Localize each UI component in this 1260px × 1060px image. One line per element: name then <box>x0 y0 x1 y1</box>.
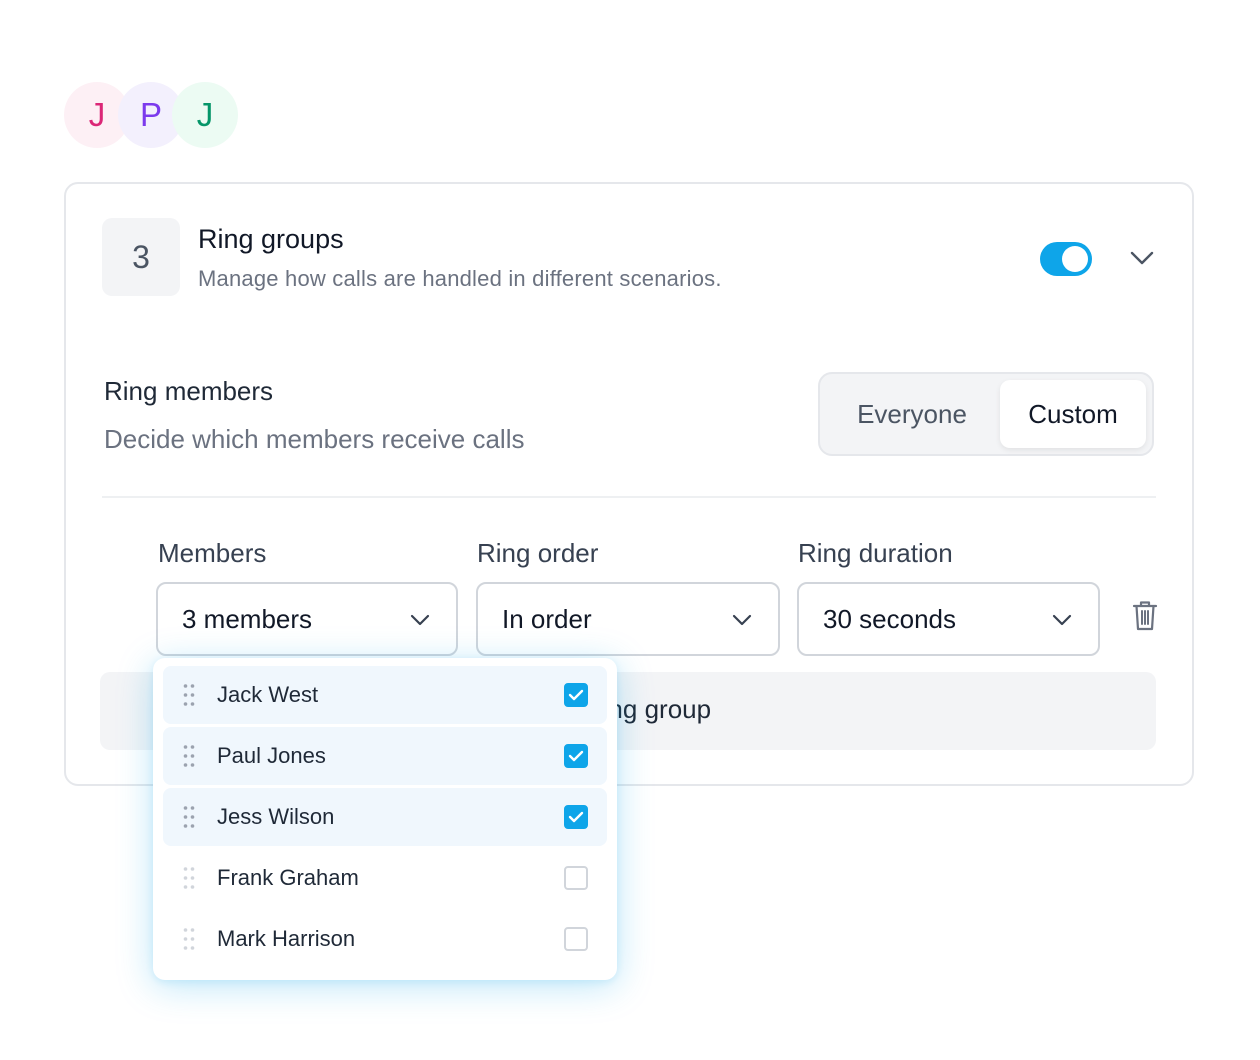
drag-handle-icon[interactable] <box>183 683 195 707</box>
chevron-down-icon <box>732 614 752 626</box>
avatar: J <box>172 82 238 148</box>
segment-everyone[interactable]: Everyone <box>826 380 998 448</box>
chevron-down-icon <box>1052 614 1072 626</box>
drag-handle-icon[interactable] <box>183 744 195 768</box>
members-dropdown: Jack West Paul Jones Jess Wilson Frank G… <box>153 658 617 980</box>
drag-handle-icon[interactable] <box>183 927 195 951</box>
drag-handle-icon[interactable] <box>183 805 195 829</box>
ring-order-select-value: In order <box>502 603 592 634</box>
segment-custom[interactable]: Custom <box>1000 380 1146 448</box>
ring-order-select[interactable]: In order <box>476 582 780 656</box>
list-item[interactable]: Paul Jones <box>163 727 607 785</box>
step-number-badge: 3 <box>102 218 180 296</box>
ring-groups-toggle[interactable] <box>1040 242 1092 276</box>
ring-duration-label: Ring duration <box>798 538 953 568</box>
members-label: Members <box>158 538 267 568</box>
chevron-down-icon[interactable] <box>1128 246 1156 270</box>
list-item[interactable]: Mark Harrison <box>163 910 607 968</box>
ring-members-subtitle: Decide which members receive calls <box>104 424 525 454</box>
member-name: Paul Jones <box>217 743 326 768</box>
trash-icon[interactable] <box>1130 598 1160 632</box>
card-subtitle: Manage how calls are handled in differen… <box>198 266 722 291</box>
check-icon <box>568 689 584 701</box>
list-item[interactable]: Jack West <box>163 666 607 724</box>
chevron-down-icon <box>410 614 430 626</box>
avatar-group: J P J <box>64 82 264 148</box>
ring-members-segmented-control: Everyone Custom <box>818 372 1154 456</box>
card-title: Ring groups <box>198 224 344 254</box>
member-name: Jack West <box>217 682 319 707</box>
members-select[interactable]: 3 members <box>156 582 458 656</box>
member-checkbox[interactable] <box>564 683 588 707</box>
toggle-knob <box>1062 246 1088 272</box>
member-checkbox[interactable] <box>564 744 588 768</box>
member-name: Frank Graham <box>217 865 359 890</box>
ring-duration-select[interactable]: 30 seconds <box>797 582 1100 656</box>
member-name: Mark Harrison <box>217 926 356 951</box>
divider <box>102 496 1156 498</box>
list-item[interactable]: Jess Wilson <box>163 788 607 846</box>
ring-members-title: Ring members <box>104 376 274 406</box>
member-name: Jess Wilson <box>217 804 335 829</box>
ring-order-label: Ring order <box>477 538 599 568</box>
members-select-value: 3 members <box>182 603 313 634</box>
check-icon <box>568 750 584 762</box>
drag-handle-icon[interactable] <box>183 866 195 890</box>
check-icon <box>568 811 584 823</box>
member-checkbox[interactable] <box>564 927 588 951</box>
list-item[interactable]: Frank Graham <box>163 849 607 907</box>
member-checkbox[interactable] <box>564 866 588 890</box>
member-checkbox[interactable] <box>564 805 588 829</box>
ring-duration-select-value: 30 seconds <box>823 603 956 634</box>
